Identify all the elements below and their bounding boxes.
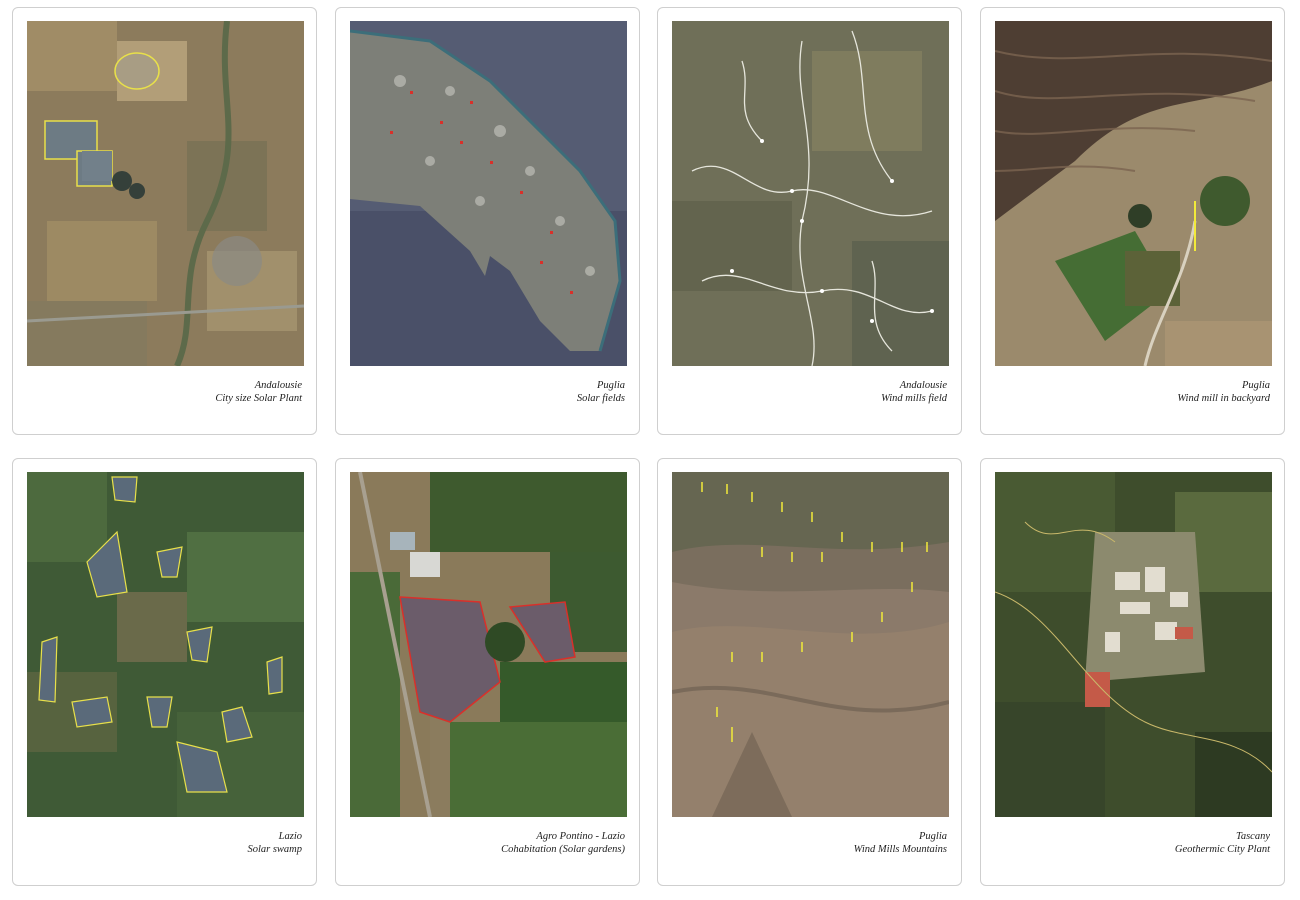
card-puglia-solar-fields[interactable]: Puglia Solar fields [335,7,640,435]
aerial-photo [995,21,1272,366]
card-place: Puglia [1242,380,1270,391]
card-subject: Cohabitation (Solar gardens) [501,844,625,855]
aerial-photo [350,472,627,817]
card-caption: Tascany Geothermic City Plant [1175,830,1270,856]
card-caption: Andalousie City size Solar Plant [215,379,302,405]
card-subject: Geothermic City Plant [1174,844,1270,855]
aerial-photo [672,21,949,366]
card-puglia-wind-mills-mountains[interactable]: Puglia Wind Mills Mountains [657,458,962,886]
card-place: Agro Pontino - Lazio [536,831,625,842]
aerial-photo [672,472,949,817]
card-caption: Andalousie Wind mills field [881,379,947,405]
card-subject: Wind Mills Mountains [853,844,947,855]
card-caption: Puglia Wind Mills Mountains [854,830,947,856]
card-place: Puglia [919,831,947,842]
aerial-photo [27,21,304,366]
card-place: Puglia [597,380,625,391]
aerial-photo [995,472,1272,817]
card-place: Andalousie [899,380,947,391]
card-tascany-geothermic-plant[interactable]: Tascany Geothermic City Plant [980,458,1285,886]
card-caption: Lazio Solar swamp [247,830,302,856]
satellite-photo [350,21,627,366]
card-subject: Wind mill in backyard [1177,393,1270,404]
card-agro-pontino-solar-gardens[interactable]: Agro Pontino - Lazio Cohabitation (Solar… [335,458,640,886]
card-puglia-wind-mill-backyard[interactable]: Puglia Wind mill in backyard [980,7,1285,435]
card-place: Andalousie [254,380,302,391]
card-place: Lazio [278,831,302,842]
card-caption: Agro Pontino - Lazio Cohabitation (Solar… [501,830,625,856]
card-subject: Solar fields [576,393,625,404]
card-andalousie-solar-plant[interactable]: Andalousie City size Solar Plant [12,7,317,435]
card-caption: Puglia Wind mill in backyard [1177,379,1270,405]
card-subject: Wind mills field [881,393,947,404]
card-caption: Puglia Solar fields [577,379,625,405]
card-subject: Solar swamp [247,844,302,855]
card-lazio-solar-swamp[interactable]: Lazio Solar swamp [12,458,317,886]
aerial-photo [27,472,304,817]
card-place: Tascany [1235,831,1270,842]
card-andalousie-wind-mills[interactable]: Andalousie Wind mills field [657,7,962,435]
card-subject: City size Solar Plant [215,393,302,404]
